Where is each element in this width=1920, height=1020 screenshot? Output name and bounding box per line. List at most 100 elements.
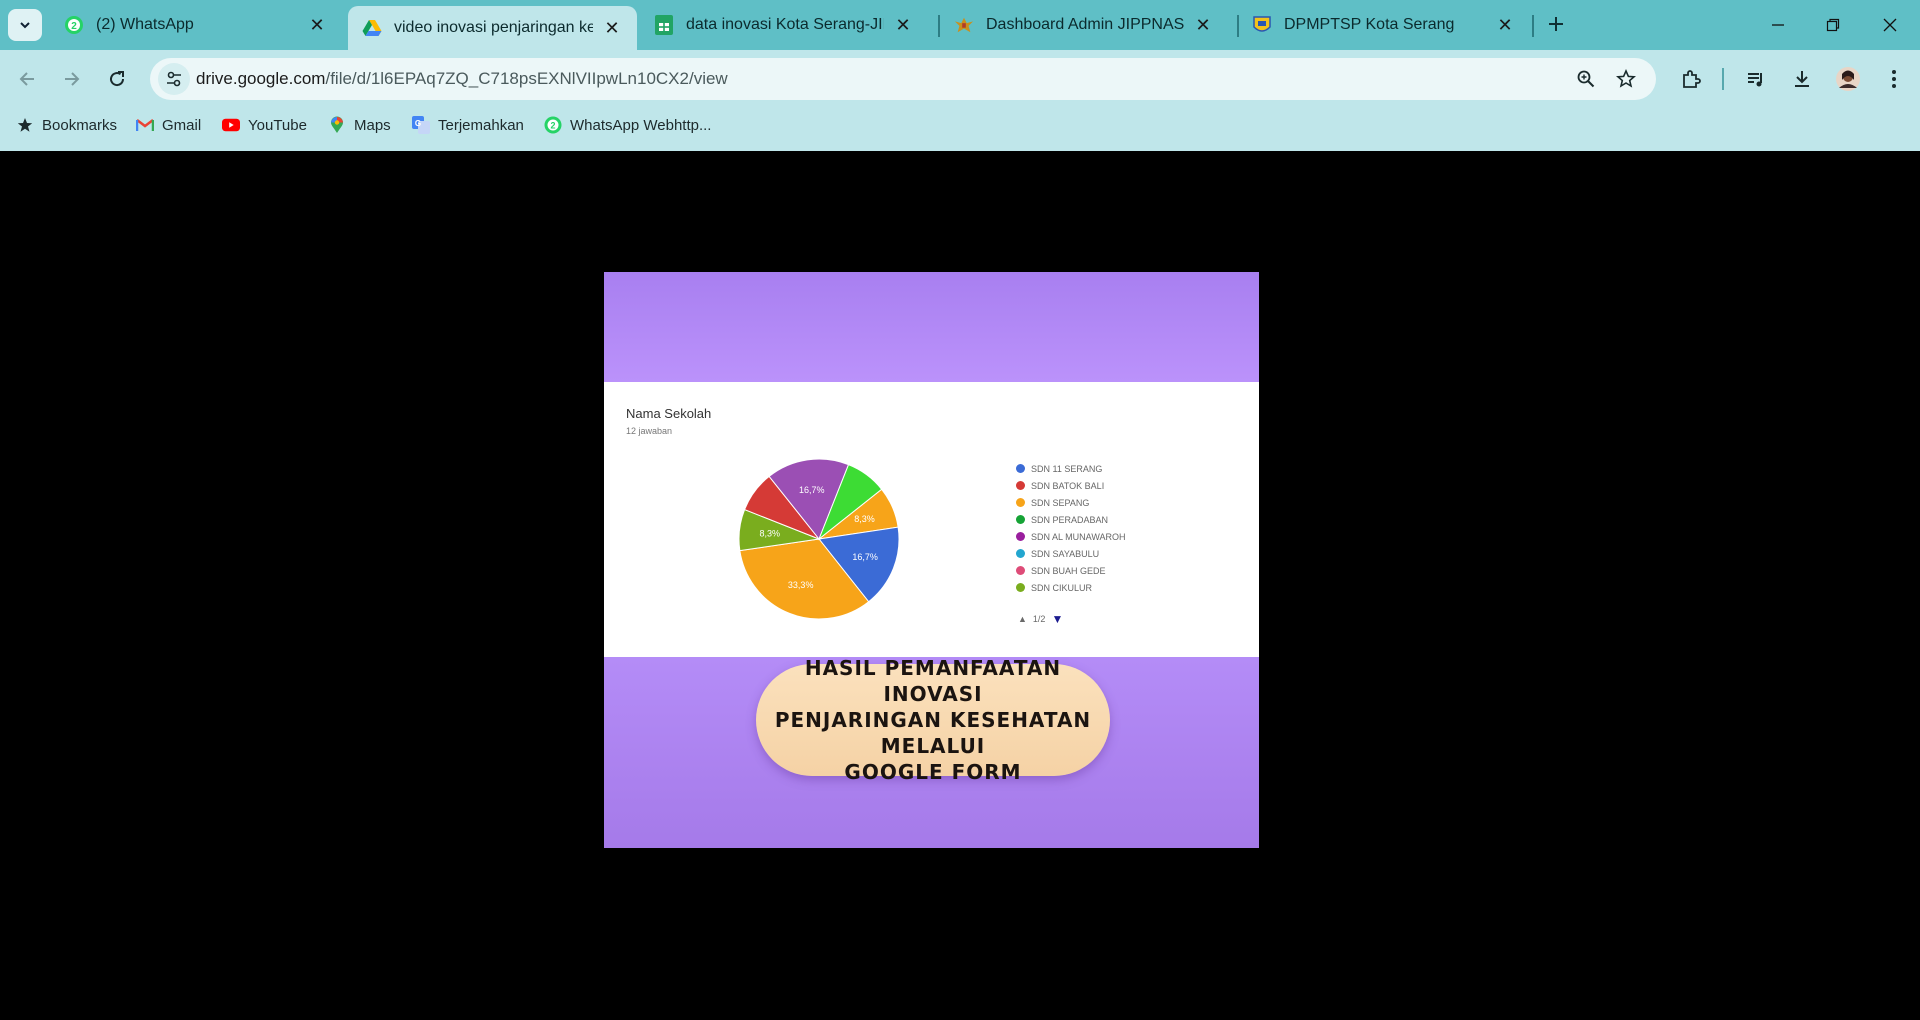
legend-swatch <box>1016 583 1025 592</box>
tab-divider <box>1532 15 1534 37</box>
arrow-right-icon <box>65 72 80 86</box>
close-window-button[interactable] <box>1870 8 1910 42</box>
pie-slice-label: 8,3% <box>854 514 875 524</box>
chart-legend: SDN 11 SERANG SDN BATOK BALI SDN SEPANG SDN… <box>1016 460 1126 596</box>
legend-swatch <box>1016 498 1025 507</box>
reload-icon <box>110 71 125 87</box>
close-tab-icon[interactable]: ✕ <box>1192 14 1214 36</box>
bookmark-label: Gmail <box>162 116 202 134</box>
banner-line-1: HASIL PEMANFAATAN INOVASI <box>804 656 1062 706</box>
site-info-button[interactable] <box>158 63 190 95</box>
legend-label: SDN 11 SERANG <box>1031 463 1103 474</box>
bookmark-label: YouTube <box>248 116 307 134</box>
close-tab-icon[interactable]: ✕ <box>306 14 328 36</box>
bookmark-label: Terjemahkan <box>438 116 524 134</box>
minimize-button[interactable] <box>1758 8 1798 42</box>
google-sheets-icon <box>654 15 674 35</box>
bookmark-label: WhatsApp Webhttp... <box>570 116 712 134</box>
restore-button[interactable] <box>1813 8 1853 42</box>
url-text[interactable]: drive.google.com/file/d/1l6EPAq7ZQ_C718p… <box>196 69 728 89</box>
star-icon <box>16 116 34 134</box>
new-tab-button[interactable] <box>1541 9 1571 39</box>
bookmark-label: Bookmarks <box>42 116 118 134</box>
legend-label: SDN BATOK BALI <box>1031 480 1105 491</box>
browser-chrome: 2 (2) WhatsApp ✕ video inovasi penjaring… <box>0 0 1920 151</box>
bookmark-star-icon[interactable] <box>1614 67 1638 91</box>
pager-text: 1/2 <box>1032 614 1046 624</box>
tab-search-button[interactable] <box>8 9 42 41</box>
legend-item: SDN CIKULUR <box>1016 579 1126 596</box>
garuda-icon <box>954 15 974 35</box>
plus-icon <box>1549 17 1563 31</box>
youtube-icon <box>222 116 240 134</box>
tab-whatsapp[interactable]: 2 (2) WhatsApp ✕ <box>50 6 342 44</box>
legend-label: SDN BUAH GEDE <box>1031 565 1106 576</box>
legend-item: SDN SEPANG <box>1016 494 1126 511</box>
bookmark-whatsapp-web[interactable]: 2 WhatsApp Webhttp... <box>544 113 711 137</box>
banner-line-3: GOOGLE FORM <box>844 760 1022 784</box>
tab-title: data inovasi Kota Serang-JIPPNAS <box>686 16 884 33</box>
profile-avatar[interactable] <box>1834 65 1862 93</box>
bookmark-all[interactable]: Bookmarks <box>16 113 117 137</box>
legend-item: SDN BUAH GEDE <box>1016 562 1126 579</box>
legend-item: SDN SAYABULU <box>1016 545 1126 562</box>
banner-line-2: PENJARINGAN KESEHATAN MELALUI <box>774 708 1092 758</box>
pie-slice-label: 33,3% <box>788 580 814 590</box>
kota-serang-icon <box>1252 15 1272 35</box>
pie-slice-label: 16,7% <box>799 485 825 495</box>
bookmark-gmail[interactable]: Gmail <box>136 113 201 137</box>
restore-icon <box>1826 18 1840 32</box>
back-button[interactable] <box>10 62 44 96</box>
legend-swatch <box>1016 549 1025 558</box>
tab-dashboard-admin[interactable]: Dashboard Admin JIPPNAS ✕ <box>940 6 1228 44</box>
close-icon <box>1883 18 1897 32</box>
tab-google-drive-video[interactable]: video inovasi penjaringan kesehatan ✕ <box>348 6 637 50</box>
legend-swatch <box>1016 481 1025 490</box>
bookmark-maps[interactable]: Maps <box>328 113 391 137</box>
google-drive-icon <box>362 18 382 38</box>
toolbar-divider <box>1722 68 1724 90</box>
legend-item: SDN PERADABAN <box>1016 511 1126 528</box>
close-tab-icon[interactable]: ✕ <box>892 14 914 36</box>
video-top-band <box>604 272 1259 382</box>
close-tab-icon[interactable]: ✕ <box>601 17 623 39</box>
legend-swatch <box>1016 566 1025 575</box>
url-host: drive.google.com <box>196 69 326 88</box>
tune-icon <box>167 71 181 87</box>
tab-google-sheets[interactable]: data inovasi Kota Serang-JIPPNAS ✕ <box>640 6 928 44</box>
legend-label: SDN AL MUNAWAROH <box>1031 531 1126 542</box>
whatsapp-icon: 2 <box>64 15 84 35</box>
svg-text:G: G <box>415 119 421 128</box>
address-bar[interactable]: drive.google.com/file/d/1l6EPAq7ZQ_C718p… <box>150 58 1656 100</box>
tab-dpmptsp[interactable]: DPMPTSP Kota Serang ✕ <box>1238 6 1530 44</box>
legend-pager[interactable]: ▲ 1/2 ▼ <box>1018 612 1063 626</box>
legend-label: SDN SEPANG <box>1031 497 1090 508</box>
whatsapp-icon: 2 <box>544 116 562 134</box>
video-frame[interactable]: Nama Sekolah 12 jawaban 8,3% 16,7% 33,3% 8,… <box>604 272 1259 848</box>
legend-label: SDN CIKULUR <box>1031 582 1093 593</box>
maps-icon <box>328 116 346 134</box>
bookmark-youtube[interactable]: YouTube <box>222 113 307 137</box>
extensions-icon[interactable] <box>1677 65 1705 93</box>
menu-icon[interactable] <box>1880 65 1908 93</box>
arrow-left-icon <box>19 72 34 86</box>
legend-label: SDN PERADABAN <box>1031 514 1109 525</box>
url-path: /file/d/1l6EPAq7ZQ_C718psEXNlVIIpwLn10CX… <box>325 69 728 88</box>
close-tab-icon[interactable]: ✕ <box>1494 14 1516 36</box>
zoom-icon[interactable] <box>1574 67 1598 91</box>
legend-label: SDN SAYABULU <box>1031 548 1100 559</box>
bookmark-terjemahkan[interactable]: G Terjemahkan <box>412 113 524 137</box>
download-icon[interactable] <box>1788 65 1816 93</box>
pie-chart: 8,3% 16,7% 33,3% 8,3% 16,7% <box>739 458 900 620</box>
legend-item: SDN AL MUNAWAROH <box>1016 528 1126 545</box>
media-control-icon[interactable] <box>1742 65 1770 93</box>
bookmark-label: Maps <box>354 116 391 134</box>
pager-up-icon[interactable]: ▲ <box>1018 614 1027 624</box>
translate-icon: G <box>412 116 430 134</box>
pager-down-icon[interactable]: ▼ <box>1051 612 1063 626</box>
reload-button[interactable] <box>100 62 134 96</box>
forward-button[interactable] <box>55 62 89 96</box>
form-summary-card: Nama Sekolah 12 jawaban 8,3% 16,7% 33,3% 8,… <box>604 382 1259 657</box>
legend-item: SDN BATOK BALI <box>1016 477 1126 494</box>
pie-slice-label: 16,7% <box>852 552 878 562</box>
